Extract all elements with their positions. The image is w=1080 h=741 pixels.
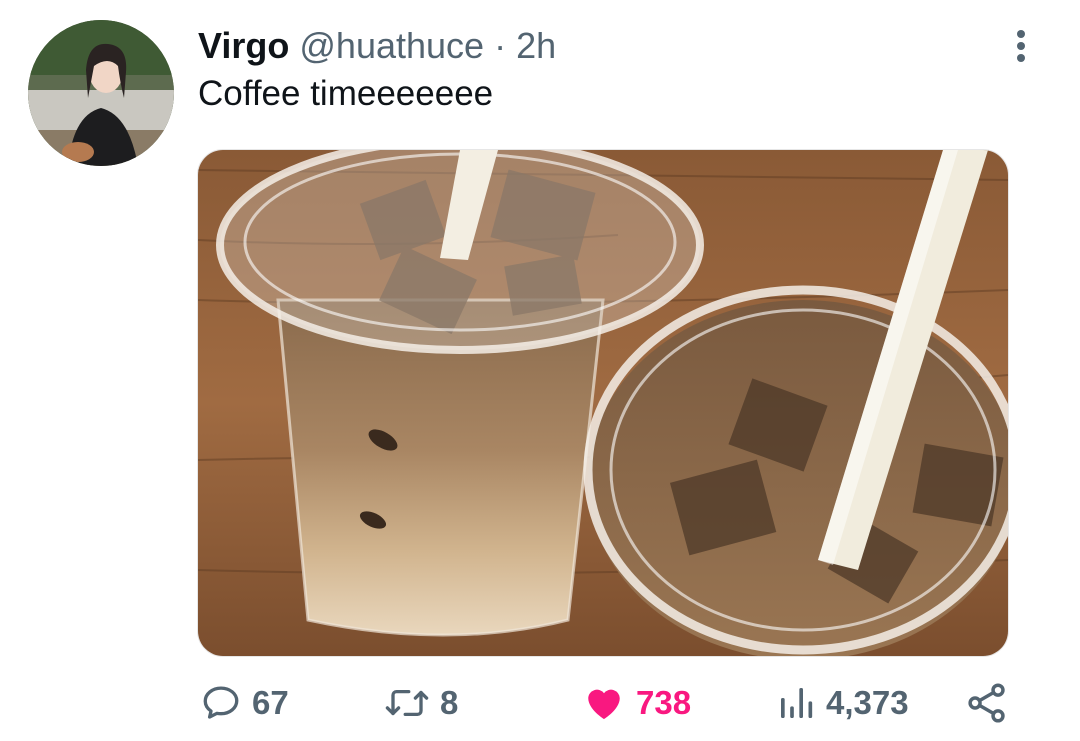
retweet-icon <box>385 689 429 717</box>
views-chart-icon <box>781 688 813 718</box>
comment-icon <box>203 686 239 719</box>
retweet-button[interactable]: 8 <box>384 678 458 728</box>
author-name[interactable]: Virgo <box>198 25 289 66</box>
reply-button[interactable]: 67 <box>200 678 289 728</box>
views-button[interactable]: 4,373 <box>776 678 909 728</box>
share-icon <box>968 683 1005 723</box>
separator-dot: · <box>494 25 507 66</box>
like-count: 738 <box>636 684 692 721</box>
retweet-count: 8 <box>440 684 459 721</box>
tweet-text: Coffee timeeeeeee <box>198 74 494 113</box>
avatar-photo <box>28 20 174 166</box>
tweet-header: Virgo @huathuce · 2h <box>198 24 556 68</box>
avatar[interactable] <box>28 20 174 166</box>
tweet-action-bar: 67 8 738 4,373 <box>0 678 1080 728</box>
coffee-photo <box>198 150 1008 656</box>
author-handle[interactable]: @huathuce <box>299 25 484 66</box>
share-button[interactable] <box>964 678 1010 728</box>
reply-count: 67 <box>252 684 289 721</box>
like-button[interactable]: 738 <box>582 678 691 728</box>
more-vertical-icon[interactable] <box>1004 26 1038 66</box>
views-count: 4,373 <box>826 684 909 721</box>
heart-icon <box>588 689 620 720</box>
tweet-timestamp[interactable]: 2h <box>516 25 556 66</box>
tweet-media-photo[interactable] <box>197 149 1009 657</box>
